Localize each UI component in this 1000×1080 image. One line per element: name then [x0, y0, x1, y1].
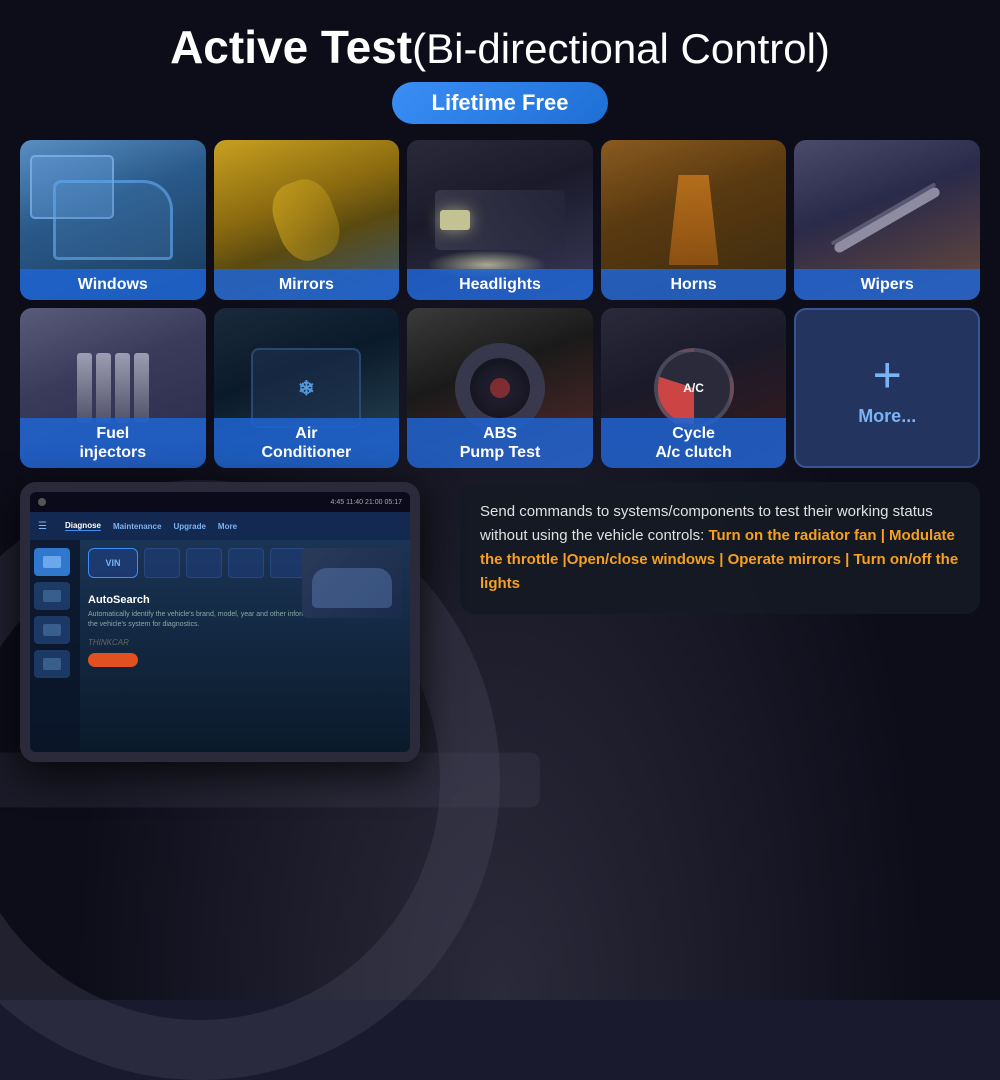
- title-bold: Active Test: [170, 21, 412, 73]
- windows-label: Windows: [20, 269, 206, 300]
- tablet-nav-maintenance[interactable]: Maintenance: [113, 522, 161, 531]
- tablet-status-text: 4:45 11:40 21:00 05:17: [52, 499, 402, 506]
- tablet-nav-diagnose[interactable]: Diagnose: [65, 521, 101, 531]
- headlights-label: Headlights: [407, 269, 593, 300]
- tablet-sidebar-settings-icon[interactable]: [34, 650, 70, 678]
- tablet-icon-btn-1[interactable]: [144, 548, 180, 578]
- report-icon-shape: [43, 624, 61, 636]
- tablet-main-content: VIN Aut: [80, 540, 410, 752]
- car-silhouette-icon: [312, 568, 392, 608]
- lifetime-free-badge: Lifetime Free: [392, 82, 609, 124]
- tablet-screen: 4:45 11:40 21:00 05:17 ☰ Diagnose Mainte…: [30, 492, 410, 752]
- bottom-section: 4:45 11:40 21:00 05:17 ☰ Diagnose Mainte…: [20, 482, 980, 762]
- tablet-menu-icon: ☰: [38, 521, 47, 532]
- more-plus-icon: +: [873, 350, 902, 400]
- feature-mirrors[interactable]: Mirrors: [214, 140, 400, 300]
- tablet-sidebar-scan-icon[interactable]: [34, 582, 70, 610]
- tablet-container: 4:45 11:40 21:00 05:17 ☰ Diagnose Mainte…: [20, 482, 440, 762]
- tablet-device: 4:45 11:40 21:00 05:17 ☰ Diagnose Mainte…: [20, 482, 420, 762]
- tablet-nav-more[interactable]: More: [218, 522, 237, 531]
- horn-icon: [669, 175, 719, 265]
- wiper-icon: [833, 186, 942, 255]
- abs-label: ABS Pump Test: [407, 418, 593, 468]
- feature-more[interactable]: + More...: [794, 308, 980, 468]
- features-row-1: Windows Mirrors Headlights Horns: [20, 140, 980, 300]
- fuel-label: Fuel injectors: [20, 418, 206, 468]
- cycle-label: Cycle A/c clutch: [601, 418, 787, 468]
- injector-unit-4: [134, 353, 149, 423]
- feature-wipers[interactable]: Wipers: [794, 140, 980, 300]
- feature-abs-pump[interactable]: ABS Pump Test: [407, 308, 593, 468]
- features-row-2: Fuel injectors ❄ Air Conditioner ABS Pum…: [20, 308, 980, 468]
- feature-headlights[interactable]: Headlights: [407, 140, 593, 300]
- settings-icon-shape: [43, 658, 61, 670]
- vin-label: VIN: [105, 558, 120, 568]
- ac-icon: ❄: [251, 348, 361, 428]
- mirrors-label: Mirrors: [214, 269, 400, 300]
- tablet-icon-btn-3[interactable]: [228, 548, 264, 578]
- tablet-sidebar-car-icon[interactable]: [34, 548, 70, 576]
- tablet-nav-upgrade[interactable]: Upgrade: [173, 522, 205, 531]
- tablet-status-bar: 4:45 11:40 21:00 05:17: [30, 492, 410, 512]
- tablet-icon-btn-4[interactable]: [270, 548, 306, 578]
- tablet-camera-icon: [38, 498, 46, 506]
- injector-unit-2: [96, 353, 111, 423]
- feature-air-conditioner[interactable]: ❄ Air Conditioner: [214, 308, 400, 468]
- tablet-nav-bar: ☰ Diagnose Maintenance Upgrade More: [30, 512, 410, 540]
- injector-icon: [77, 353, 149, 423]
- info-description-box: Send commands to systems/components to t…: [460, 482, 980, 614]
- feature-fuel-injectors[interactable]: Fuel injectors: [20, 308, 206, 468]
- headlight-icon: [435, 190, 565, 250]
- tablet-action-button[interactable]: [88, 653, 138, 667]
- wipers-label: Wipers: [794, 269, 980, 300]
- feature-cycle-ac[interactable]: Cycle A/c clutch: [601, 308, 787, 468]
- window-car-icon: [53, 180, 173, 260]
- air-label: Air Conditioner: [214, 418, 400, 468]
- injector-unit-3: [115, 353, 130, 423]
- feature-windows[interactable]: Windows: [20, 140, 206, 300]
- tablet-sidebar-report-icon[interactable]: [34, 616, 70, 644]
- scan-icon-shape: [43, 590, 61, 602]
- page-title: Active Test(Bi-directional Control): [170, 20, 830, 74]
- tablet-sidebar: [30, 540, 80, 752]
- main-content: Active Test(Bi-directional Control) Life…: [0, 0, 1000, 772]
- tablet-car-preview: [302, 548, 402, 618]
- tablet-body: VIN Aut: [30, 540, 410, 752]
- horns-label: Horns: [601, 269, 787, 300]
- mirror-icon: [265, 172, 349, 268]
- feature-horns[interactable]: Horns: [601, 140, 787, 300]
- title-normal: (Bi-directional Control): [412, 25, 830, 72]
- injector-unit-1: [77, 353, 92, 423]
- tablet-brand: THINKCAR: [88, 638, 402, 647]
- tablet-icon-btn-2[interactable]: [186, 548, 222, 578]
- ac-knob-icon: [654, 348, 734, 428]
- more-label: More...: [858, 406, 916, 427]
- vin-badge[interactable]: VIN: [88, 548, 138, 578]
- car-icon-shape: [43, 556, 61, 568]
